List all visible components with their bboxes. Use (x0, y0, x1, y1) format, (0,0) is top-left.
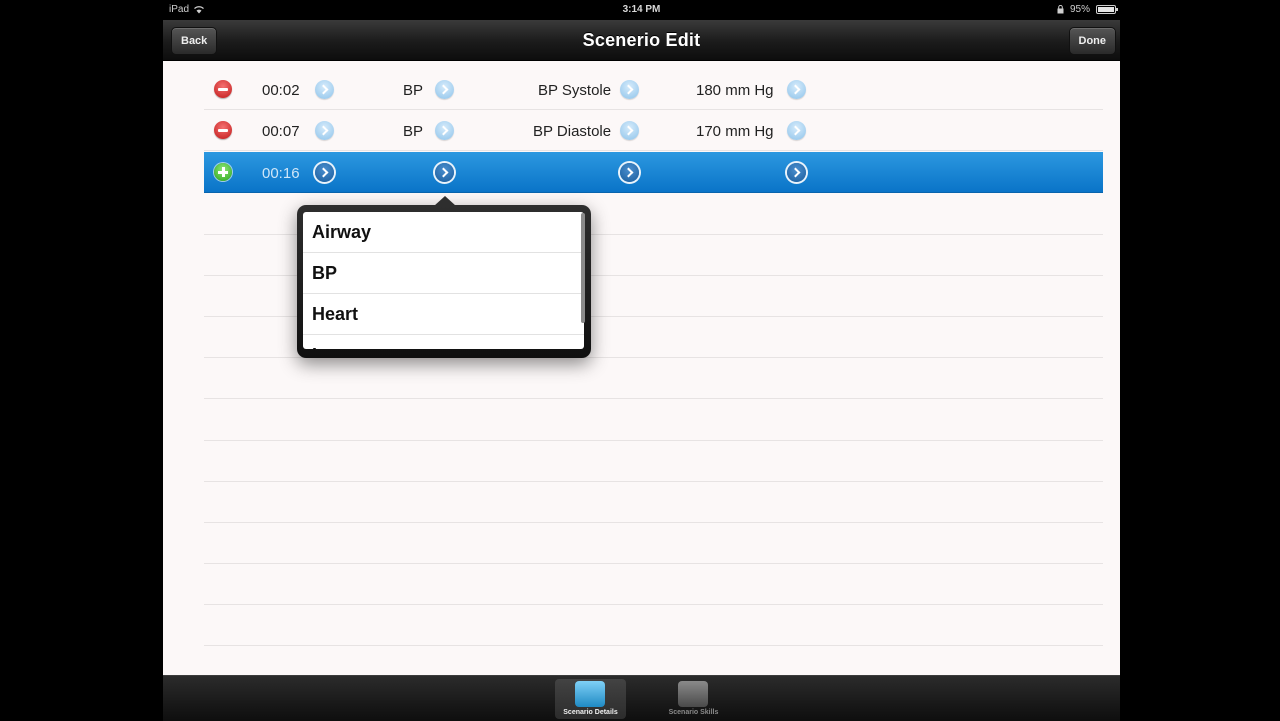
category-disclosure-icon[interactable] (435, 121, 454, 140)
row-separator (204, 645, 1103, 646)
tab-label: Scenario Details (563, 709, 618, 716)
parameter-disclosure-icon[interactable] (620, 163, 639, 182)
tab-label: Scenario Skills (668, 709, 719, 716)
tab-bar: Scenario Details Scenario Skills (163, 675, 1120, 721)
popover-item-bp[interactable]: BP (303, 253, 584, 294)
battery-icon (1096, 5, 1118, 14)
time-disclosure-icon[interactable] (315, 80, 334, 99)
row-separator (204, 481, 1103, 482)
category-popover: Airway BP Heart L (297, 196, 591, 358)
ipad-screen: iPad 3:14 PM 95% Back Scenerio Edit Done… (163, 0, 1120, 721)
parameter-disclosure-icon[interactable] (620, 80, 639, 99)
row-value: 180 mm Hg (696, 82, 774, 99)
scenario-table: 00:02 BP BP Systole 180 mm Hg 00:07 BP B… (163, 61, 1120, 675)
tab-scenario-details[interactable]: Scenario Details (555, 679, 626, 719)
status-bar: iPad 3:14 PM 95% (163, 0, 1120, 20)
row-value: 170 mm Hg (696, 123, 774, 140)
row-separator (204, 398, 1103, 399)
row-time: 00:07 (262, 123, 300, 140)
row-separator (204, 440, 1103, 441)
time-disclosure-icon[interactable] (315, 163, 334, 182)
page-title: Scenerio Edit (582, 30, 701, 50)
popover-item-heart[interactable]: Heart (303, 294, 584, 335)
row-time: 00:16 (262, 165, 300, 182)
row-separator (204, 522, 1103, 523)
status-time: 3:14 PM (622, 4, 661, 15)
time-disclosure-icon[interactable] (315, 121, 334, 140)
row-category: BP (403, 123, 424, 140)
table-row-selected[interactable]: 00:16 (204, 152, 1103, 193)
delete-icon[interactable] (214, 80, 232, 98)
status-right: 95% (1057, 4, 1118, 15)
row-parameter: BP Systole (538, 82, 612, 99)
popover-scrollbar[interactable] (581, 213, 585, 323)
delete-icon[interactable] (214, 121, 232, 139)
category-disclosure-icon[interactable] (435, 80, 454, 99)
row-time: 00:02 (262, 82, 300, 99)
value-disclosure-icon[interactable] (787, 121, 806, 140)
row-parameter: BP Diastole (533, 123, 612, 140)
add-icon[interactable] (214, 163, 232, 181)
navigation-bar: Back Scenerio Edit Done (163, 20, 1120, 61)
done-button[interactable]: Done (1068, 27, 1116, 55)
table-row[interactable]: 00:02 BP BP Systole 180 mm Hg (204, 69, 1103, 110)
row-category: BP (403, 82, 424, 99)
row-separator (204, 563, 1103, 564)
popover-arrow (434, 196, 456, 206)
category-disclosure-icon[interactable] (435, 163, 454, 182)
popover-list[interactable]: Airway BP Heart L (303, 212, 584, 349)
parameter-disclosure-icon[interactable] (620, 121, 639, 140)
table-row[interactable]: 00:07 BP BP Diastole 170 mm Hg (204, 110, 1103, 151)
battery-percent: 95% (1069, 4, 1090, 15)
rotation-lock-icon (1057, 5, 1064, 14)
value-disclosure-icon[interactable] (787, 80, 806, 99)
row-separator (204, 604, 1103, 605)
scenario-skills-icon (678, 681, 708, 707)
value-disclosure-icon[interactable] (787, 163, 806, 182)
scenario-details-icon (575, 681, 605, 707)
tab-scenario-skills[interactable]: Scenario Skills (658, 679, 729, 719)
popover-item-airway[interactable]: Airway (303, 212, 584, 253)
popover-item-partial[interactable]: L (303, 335, 584, 349)
